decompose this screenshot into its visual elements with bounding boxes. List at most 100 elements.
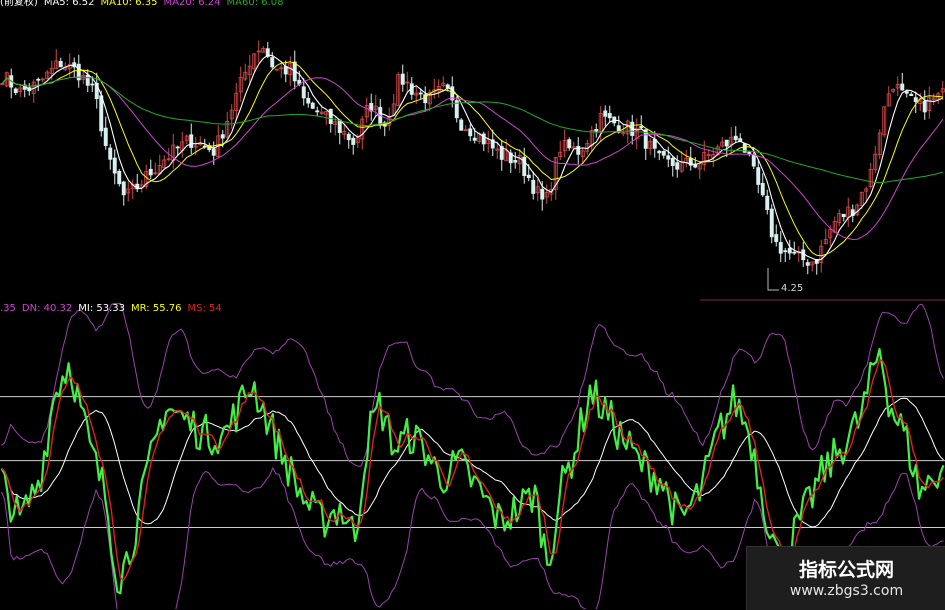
candle [162,155,167,169]
candle [391,94,396,116]
candle [909,91,914,97]
candle [895,76,900,97]
candle-body [58,61,63,68]
candle-body [117,170,122,185]
candle-body [189,134,194,148]
candle-body [36,78,41,81]
ma5-line [1,54,944,261]
ma10-line [1,61,943,257]
legend-ma5: MA5: 6.52 [43,0,95,8]
candle [594,123,599,138]
candle [252,53,257,72]
candle-body [594,129,599,132]
candle-body [603,110,608,117]
candle [661,150,666,159]
candle [234,83,239,120]
candle [229,104,234,129]
watermark-url: www.zbgs3.com [789,583,904,599]
candle [517,149,522,173]
candle [576,137,581,165]
candle-body [787,247,792,254]
candle-body [913,97,918,102]
price-panel [0,40,945,301]
candle-body [90,83,95,86]
candle-body [459,119,464,131]
candle [58,57,63,68]
candle-body [760,182,765,196]
candle [499,139,504,171]
candle-body [666,155,671,160]
candle-body [270,57,275,68]
candle-body [472,137,477,141]
candle-body [778,242,783,254]
candle [778,231,783,262]
candle [40,77,45,83]
candle [315,106,320,116]
candle [639,115,644,129]
candle [405,71,410,92]
candle [126,181,131,202]
candle [886,86,891,107]
candle [567,137,572,151]
candle [463,125,468,132]
candle [396,72,401,106]
low-price-label: 4.25 [781,283,804,294]
candle [630,114,635,145]
candle [531,171,536,200]
candle-body [783,250,788,253]
candle [787,239,792,260]
candle [364,97,369,123]
candle [603,105,608,127]
legend-up: .35 [0,303,16,314]
candle-body [531,179,536,194]
candle [184,134,189,145]
candle [54,49,59,70]
candle-body [112,157,117,174]
candle [891,88,896,93]
candle [270,51,275,70]
candle [198,136,203,146]
candle [513,151,518,169]
candle [148,159,153,179]
candle-body [567,139,572,149]
candle [400,64,405,92]
candle-body [513,160,518,163]
candle-body [85,74,90,86]
candle-body [526,174,531,178]
candle-body [13,88,18,93]
candle-body [301,86,306,99]
candle [423,86,428,112]
candle-body [310,102,315,109]
candle [72,57,77,78]
candle-body [540,188,545,200]
candle [670,156,675,177]
candle-body [733,135,738,141]
candle-body [805,262,810,266]
candle [171,133,176,169]
candle-body [675,162,680,170]
candle [261,46,266,53]
candle-body [657,150,662,154]
candle [882,106,887,138]
candle-body [904,91,909,94]
candle-body [769,208,774,238]
candle [535,178,540,201]
candle [850,204,855,223]
candle [112,149,117,185]
candle [720,136,725,148]
candle [868,162,873,189]
candle [436,79,441,98]
candle [774,224,779,247]
watermark: 指标公式网 www.zbgs3.com [746,546,945,610]
candle [153,162,158,176]
candle-body [756,167,761,185]
candle-body [841,213,846,218]
candle [693,157,698,169]
candle [288,56,293,87]
candle [612,116,617,127]
candle [571,141,576,149]
candle [139,179,144,193]
candle [459,118,464,131]
candle [544,184,549,204]
candle-body [99,95,104,132]
